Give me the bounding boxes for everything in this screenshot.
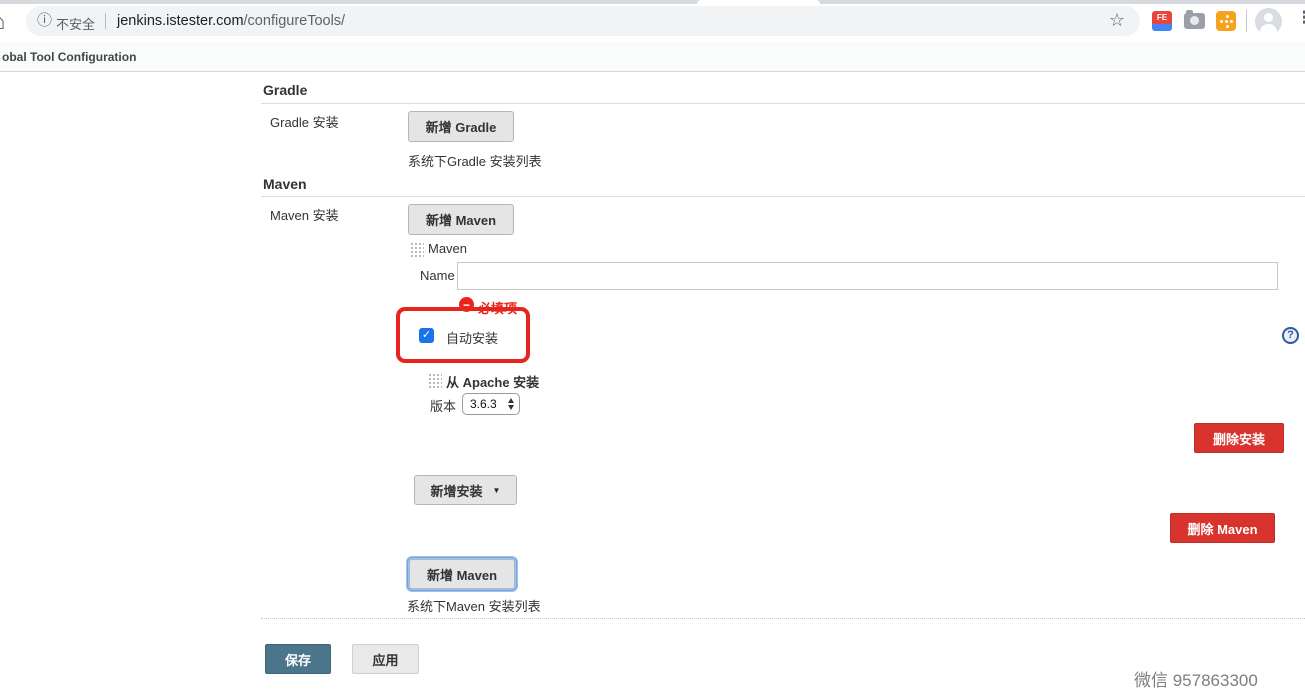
security-label[interactable]: 不安全 (56, 14, 95, 33)
gradle-section-divider (261, 103, 1305, 104)
page-info-icon[interactable]: ⓘ (37, 13, 52, 29)
active-tab[interactable] (697, 0, 820, 4)
delete-maven-button[interactable]: 删除 Maven (1170, 513, 1275, 543)
extension-fe-icon[interactable]: FE (1152, 11, 1172, 31)
install-from-apache-heading: 从 Apache 安装 (446, 372, 539, 391)
toolbar-separator (1246, 10, 1247, 32)
extension-dots-icon[interactable] (1216, 11, 1236, 31)
select-arrows-icon (508, 398, 514, 410)
extension-camera-icon[interactable] (1184, 13, 1205, 29)
profile-avatar[interactable] (1255, 8, 1282, 35)
version-value: 3.6.3 (470, 397, 497, 411)
drag-handle-icon[interactable] (428, 373, 442, 388)
add-installer-dropdown-button[interactable]: 新增安装 ▼ (414, 475, 517, 505)
save-button[interactable]: 保存 (265, 644, 331, 674)
version-label: 版本 (430, 396, 456, 415)
maven-install-label: Maven 安装 (270, 205, 339, 224)
drag-handle-icon[interactable] (410, 242, 424, 257)
extension-fe-label: FE (1152, 11, 1172, 24)
browser-toolbar: ⌂ ⓘ 不安全 jenkins.istester.com/configureTo… (0, 0, 1305, 42)
page-title: obal Tool Configuration (2, 50, 136, 64)
bookmark-star-icon[interactable]: ☆ (1109, 10, 1125, 31)
help-icon[interactable]: ? (1282, 327, 1299, 344)
version-select[interactable]: 3.6.3 (462, 393, 520, 415)
maven-section-heading: Maven (263, 176, 307, 192)
apply-button[interactable]: 应用 (352, 644, 419, 674)
delete-installer-button[interactable]: 删除安装 (1194, 423, 1284, 453)
form-dotted-divider (261, 618, 1305, 619)
gradle-list-hint: 系统下Gradle 安装列表 (408, 151, 542, 170)
url-domain: jenkins.istester.com (117, 13, 244, 29)
extension-fe-bar (1152, 24, 1172, 31)
add-gradle-button[interactable]: 新增 Gradle (408, 111, 514, 142)
url-text[interactable]: jenkins.istester.com/configureTools/ (117, 13, 345, 29)
add-maven-button-bottom[interactable]: 新增 Maven (409, 559, 515, 589)
browser-menu-icon[interactable]: ⋮ (1296, 8, 1305, 28)
maven-section-divider (261, 196, 1305, 197)
maven-item-title: Maven (428, 241, 467, 256)
address-bar[interactable]: ⓘ 不安全 jenkins.istester.com/configureTool… (26, 6, 1140, 36)
configure-tools-form: Gradle Gradle 安装 新增 Gradle 系统下Gradle 安装列… (0, 72, 1305, 692)
tab-strip (0, 0, 1305, 4)
breadcrumb-bar: obal Tool Configuration (0, 42, 1305, 72)
caret-down-icon: ▼ (493, 486, 501, 495)
name-label: Name (420, 268, 455, 283)
gradle-install-label: Gradle 安装 (270, 112, 339, 131)
url-path: /configureTools/ (244, 13, 346, 29)
gradle-section-heading: Gradle (263, 82, 307, 98)
add-installer-label: 新增安装 (431, 481, 483, 500)
home-icon[interactable]: ⌂ (0, 5, 6, 35)
maven-name-input[interactable] (457, 262, 1278, 290)
auto-install-checkbox[interactable]: ✓ (419, 328, 434, 343)
auto-install-label: 自动安装 (446, 328, 498, 347)
address-separator (105, 13, 106, 29)
required-error-text: 必填项 (478, 298, 517, 317)
maven-list-hint: 系统下Maven 安装列表 (407, 596, 541, 615)
watermark-text: 微信 957863300 (1134, 666, 1258, 691)
add-maven-button-top[interactable]: 新增 Maven (408, 204, 514, 235)
required-error-icon: − (459, 297, 474, 312)
